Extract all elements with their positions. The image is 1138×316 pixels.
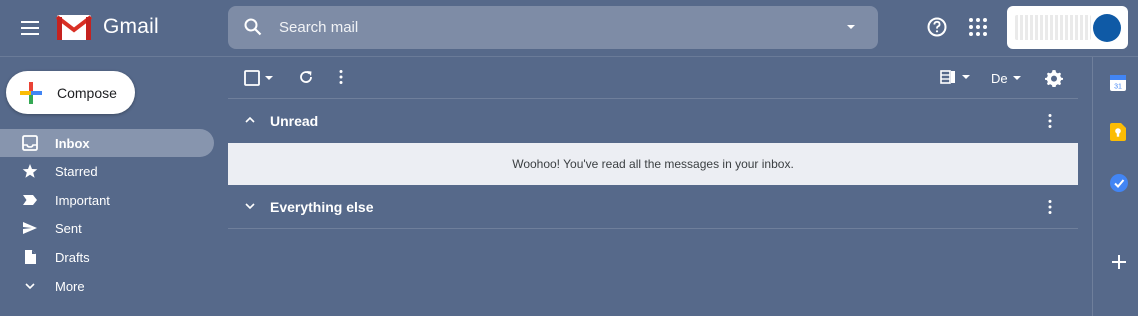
star-icon bbox=[22, 164, 38, 178]
section-divider bbox=[228, 228, 1078, 229]
tasks-icon[interactable] bbox=[1110, 174, 1128, 192]
sidebar-item-label: Important bbox=[55, 192, 110, 208]
sidebar-item-sent[interactable]: Sent bbox=[0, 214, 214, 242]
compose-button[interactable]: Compose bbox=[6, 71, 135, 114]
sidebar-item-label: More bbox=[55, 278, 85, 294]
svg-text:De: De bbox=[991, 71, 1008, 85]
refresh-icon[interactable] bbox=[298, 69, 314, 85]
settings-gear-icon[interactable] bbox=[1045, 69, 1063, 87]
sidebar-item-label: Starred bbox=[55, 163, 98, 179]
sidebar-item-label: Sent bbox=[55, 220, 82, 236]
chevron-down-icon[interactable] bbox=[244, 201, 256, 211]
calendar-icon[interactable]: 31 bbox=[1110, 73, 1126, 91]
calendar-day: 31 bbox=[1114, 84, 1122, 91]
select-dropdown-icon[interactable] bbox=[264, 73, 274, 83]
section-title: Everything else bbox=[270, 199, 374, 215]
search-input[interactable] bbox=[279, 6, 839, 49]
app-name: Gmail bbox=[103, 15, 159, 38]
inbox-icon bbox=[22, 135, 38, 151]
side-panel: 31 bbox=[1092, 57, 1138, 316]
select-all-checkbox[interactable] bbox=[244, 70, 260, 86]
search-bar[interactable] bbox=[228, 6, 878, 49]
add-icon[interactable] bbox=[1112, 255, 1126, 269]
sidebar-item-inbox[interactable]: Inbox bbox=[0, 129, 214, 157]
sidebar-item-label: Inbox bbox=[55, 135, 90, 151]
more-options-icon[interactable] bbox=[338, 69, 344, 85]
mail-toolbar: De bbox=[228, 58, 1078, 99]
hamburger-menu-icon bbox=[21, 21, 39, 35]
sidebar-item-drafts[interactable]: Drafts bbox=[0, 243, 214, 271]
organization-logo bbox=[1015, 15, 1091, 40]
google-apps-icon[interactable] bbox=[968, 17, 988, 37]
search-icon[interactable] bbox=[244, 18, 262, 36]
draft-icon bbox=[25, 250, 36, 264]
section-title: Unread bbox=[270, 113, 319, 129]
section-header-everything-else[interactable]: Everything else bbox=[228, 187, 1078, 227]
sidebar-item-label: Drafts bbox=[55, 249, 90, 265]
chevron-down-icon bbox=[25, 283, 35, 290]
input-tools-icon[interactable]: De bbox=[991, 71, 1023, 85]
search-options-dropdown-icon[interactable] bbox=[844, 20, 858, 34]
sidebar-item-starred[interactable]: Starred bbox=[0, 157, 214, 185]
chevron-up-icon[interactable] bbox=[244, 115, 256, 125]
help-icon[interactable] bbox=[926, 16, 948, 38]
send-icon bbox=[23, 222, 37, 234]
empty-inbox-message: Woohoo! You've read all the messages in … bbox=[512, 157, 794, 171]
split-pane-icon[interactable] bbox=[940, 70, 972, 84]
keep-icon[interactable] bbox=[1110, 123, 1126, 141]
important-icon bbox=[23, 195, 37, 205]
compose-label: Compose bbox=[57, 84, 117, 101]
sidebar-item-important[interactable]: Important bbox=[0, 186, 214, 214]
compose-plus-icon bbox=[20, 81, 42, 104]
gmail-m-icon bbox=[56, 15, 92, 40]
avatar[interactable] bbox=[1093, 14, 1121, 42]
top-bar: Gmail bbox=[0, 0, 1138, 57]
sidebar-item-more[interactable]: More bbox=[0, 272, 214, 300]
section-header-unread[interactable]: Unread bbox=[228, 101, 1078, 141]
gmail-logo[interactable]: Gmail bbox=[56, 13, 159, 41]
account-button[interactable] bbox=[1007, 6, 1128, 49]
section-options-icon[interactable] bbox=[1047, 113, 1053, 129]
empty-inbox-message-row: Woohoo! You've read all the messages in … bbox=[228, 143, 1078, 185]
section-options-icon[interactable] bbox=[1047, 199, 1053, 215]
main-menu-button[interactable] bbox=[14, 12, 46, 44]
